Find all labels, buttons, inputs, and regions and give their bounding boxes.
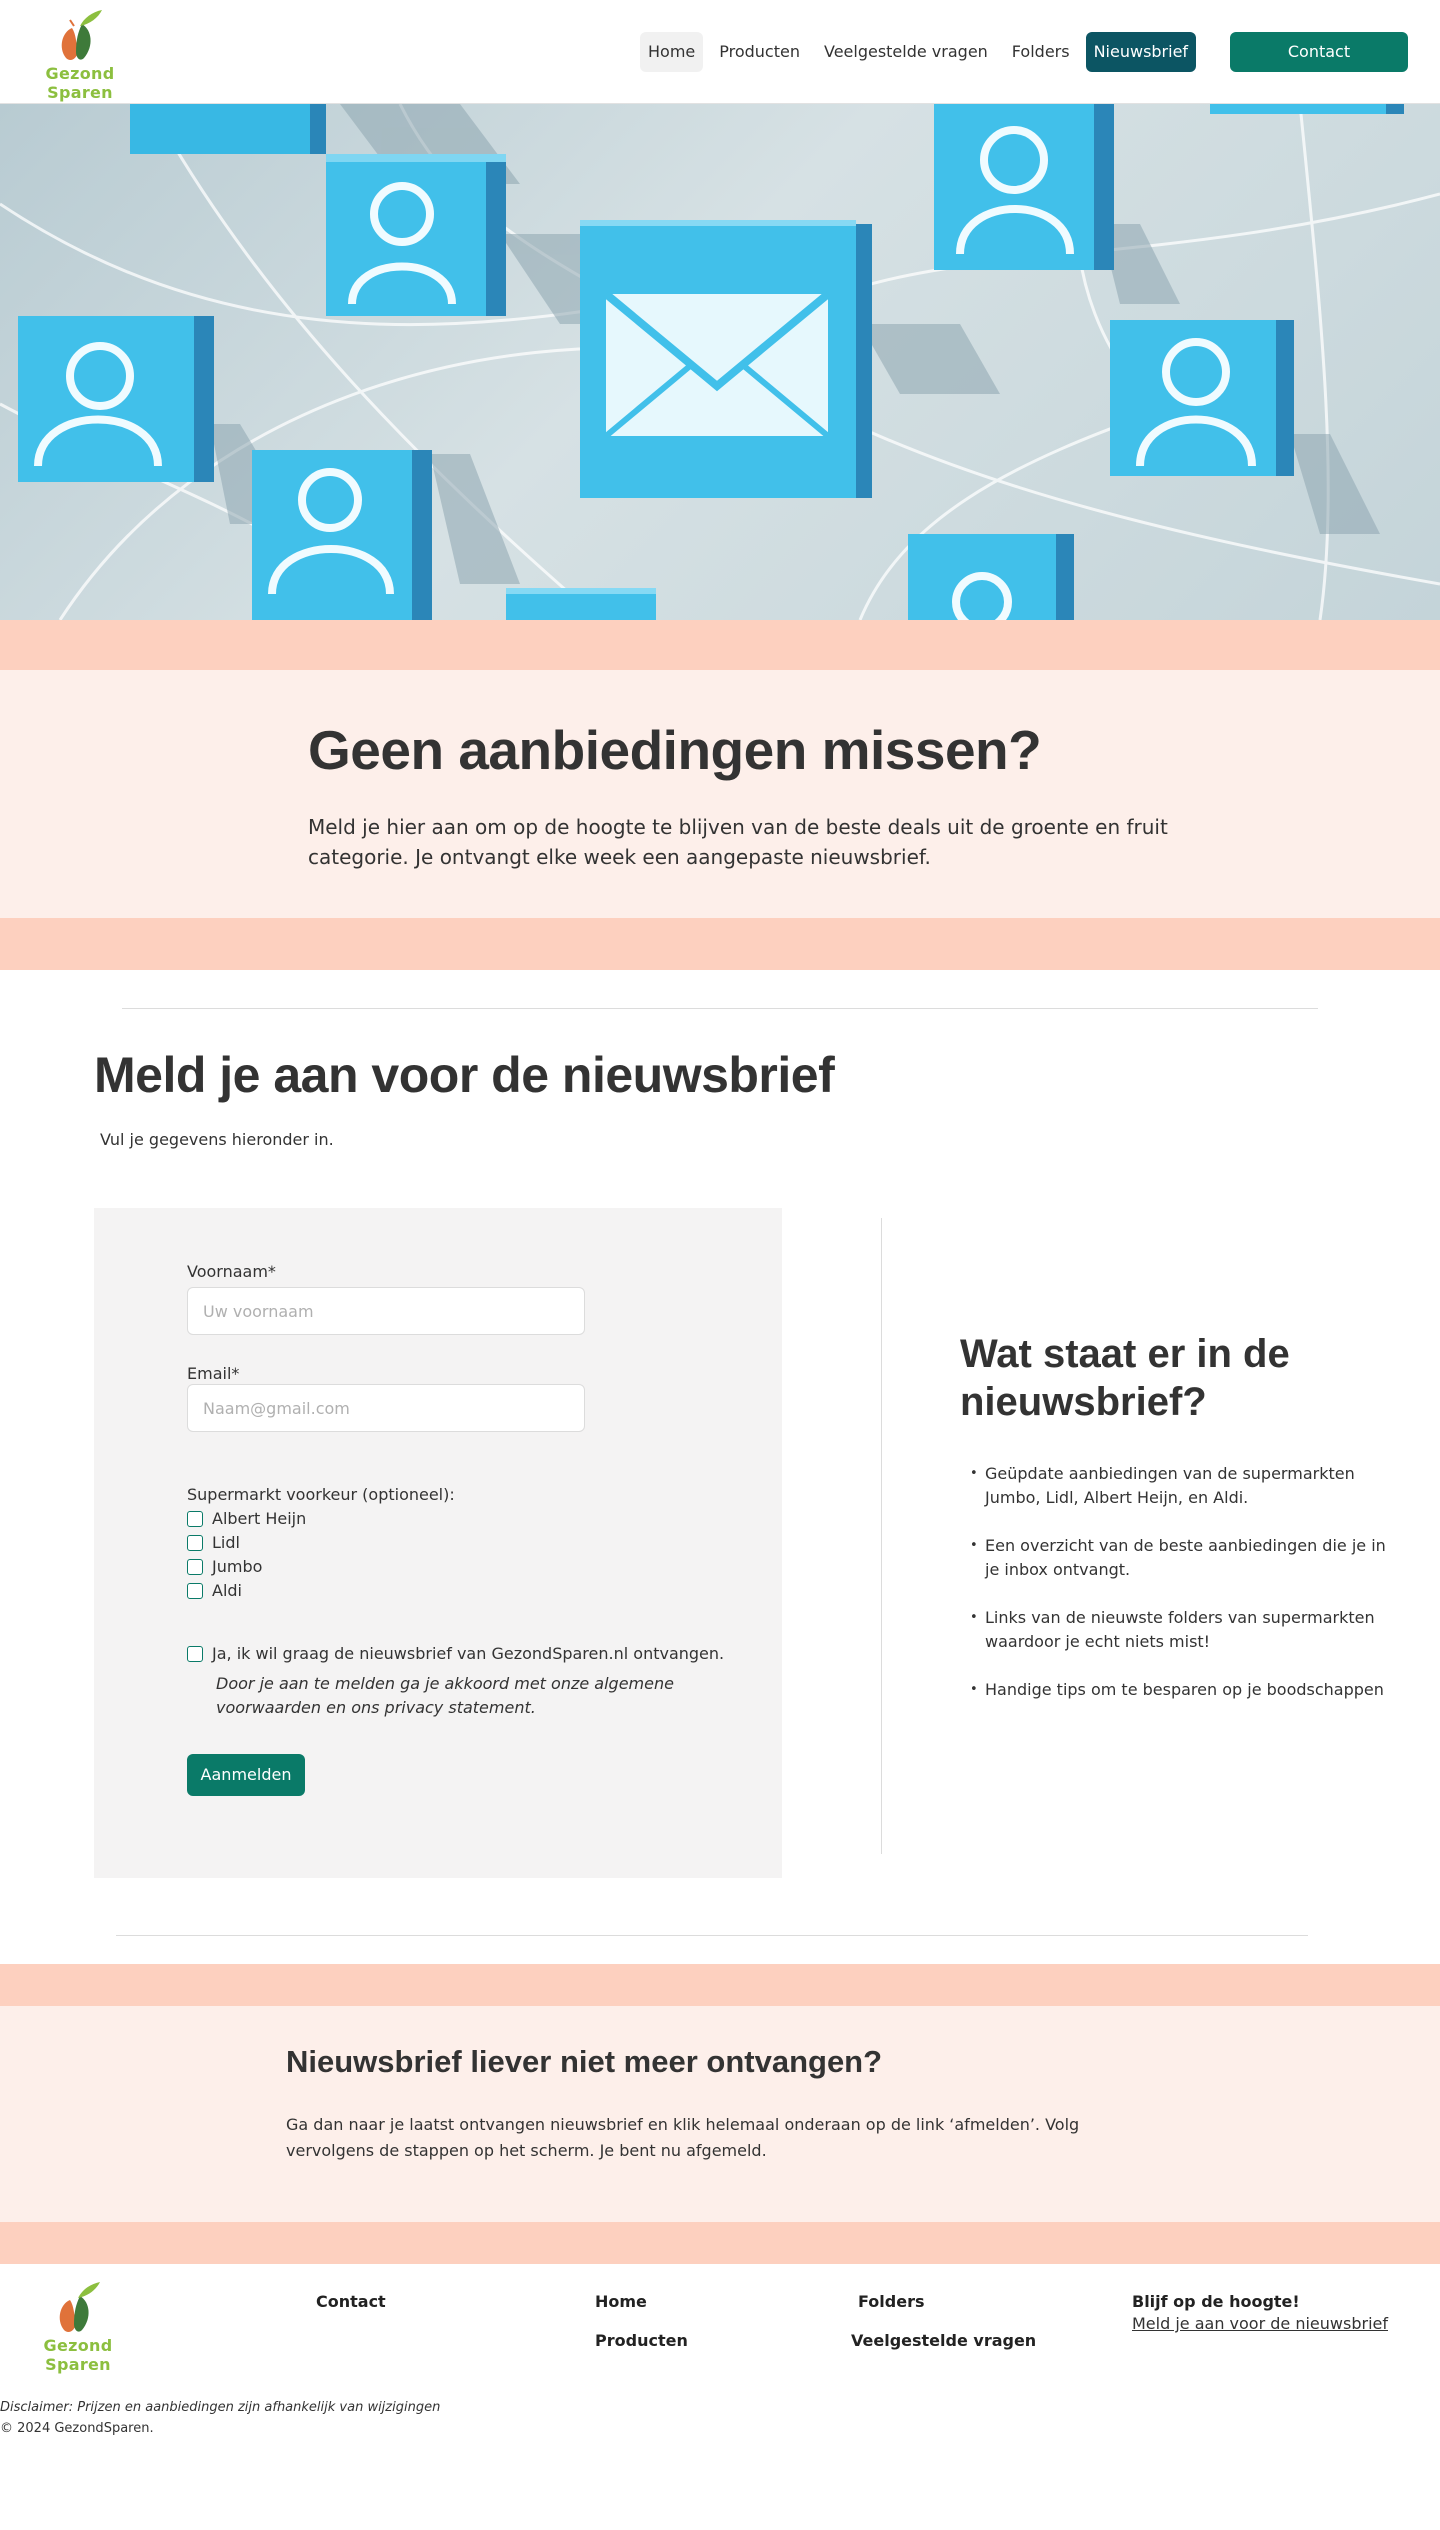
checkbox-label: Lidl bbox=[212, 1533, 240, 1552]
footer-link-contact[interactable]: Contact bbox=[316, 2292, 386, 2311]
checkbox-label: Aldi bbox=[212, 1581, 242, 1600]
checkbox-aldi[interactable]: Aldi bbox=[187, 1581, 242, 1600]
user-cube-6 bbox=[908, 534, 1074, 620]
logo-icon bbox=[61, 10, 102, 60]
main-nav: Home Producten Veelgestelde vragen Folde… bbox=[640, 32, 1197, 72]
checkbox-jumbo[interactable]: Jumbo bbox=[187, 1557, 262, 1576]
cube-top-left bbox=[130, 104, 326, 154]
divider bbox=[116, 1935, 1308, 1936]
nav-home[interactable]: Home bbox=[640, 32, 704, 72]
intro-title: Geen aanbiedingen missen? bbox=[308, 719, 1042, 781]
user-cube-4 bbox=[934, 104, 1114, 270]
site-header: Gezond Sparen Home Producten Veelgesteld… bbox=[0, 0, 1440, 104]
checkbox-label: Albert Heijn bbox=[212, 1509, 307, 1528]
disclaimer: Disclaimer: Prijzen en aanbiedingen zijn… bbox=[0, 2400, 441, 2415]
checkbox[interactable] bbox=[187, 1558, 203, 1575]
consent-checkbox[interactable] bbox=[187, 1645, 203, 1662]
cube-top-right bbox=[1210, 104, 1404, 114]
peach-band bbox=[0, 2222, 1440, 2264]
footer-link-home[interactable]: Home bbox=[595, 2292, 647, 2311]
consent-checkbox-row[interactable]: Ja, ik wil graag de nieuwsbrief van Gezo… bbox=[187, 1644, 724, 1663]
intro-section bbox=[0, 670, 1440, 918]
peach-band bbox=[0, 918, 1440, 970]
user-cube-2 bbox=[18, 316, 214, 482]
checkbox[interactable] bbox=[187, 1582, 203, 1599]
footer-link-folders[interactable]: Folders bbox=[858, 2292, 924, 2311]
checkbox[interactable] bbox=[187, 1534, 203, 1551]
divider bbox=[122, 1008, 1318, 1009]
footer-newsletter-link[interactable]: Meld je aan voor de nieuwsbrief bbox=[1132, 2314, 1388, 2333]
info-list: Geüpdate aanbiedingen van de supermarkte… bbox=[970, 1462, 1390, 1726]
logo[interactable]: Gezond Sparen bbox=[10, 6, 150, 102]
user-cube-5 bbox=[1110, 320, 1294, 476]
vertical-divider bbox=[881, 1218, 882, 1854]
info-title: Wat staat er in de nieuwsbrief? bbox=[960, 1332, 1290, 1424]
footer-logo[interactable]: Gezond Sparen bbox=[8, 2278, 148, 2374]
supermarket-label: Supermarkt voorkeur (optioneel): bbox=[187, 1485, 455, 1504]
checkbox-lidl[interactable]: Lidl bbox=[187, 1533, 240, 1552]
peach-band bbox=[0, 620, 1440, 670]
unsubscribe-title: Nieuwsbrief liever niet meer ontvangen? bbox=[286, 2044, 883, 2079]
nav-veelgestelde-vragen[interactable]: Veelgestelde vragen bbox=[816, 32, 996, 72]
envelope-cube bbox=[580, 220, 872, 498]
hero-image bbox=[0, 104, 1440, 620]
first-name-input[interactable] bbox=[187, 1287, 585, 1335]
envelope-icon bbox=[603, 290, 831, 439]
consent-label: Ja, ik wil graag de nieuwsbrief van Gezo… bbox=[212, 1644, 725, 1663]
intro-text: Meld je hier aan om op de hoogte te blij… bbox=[308, 815, 1168, 869]
nav-nieuwsbrief[interactable]: Nieuwsbrief bbox=[1085, 32, 1197, 72]
submit-button[interactable]: Aanmelden bbox=[187, 1754, 305, 1796]
footer-cta-title: Blijf op de hoogte! bbox=[1132, 2292, 1300, 2311]
copyright: © 2024 GezondSparen. bbox=[0, 2421, 154, 2436]
unsubscribe-text: Ga dan naar je laatst ontvangen nieuwsbr… bbox=[286, 2115, 1080, 2160]
hero-illustration bbox=[0, 104, 1440, 620]
footer-logo-text: Gezond Sparen bbox=[43, 2336, 113, 2374]
signup-title: Meld je aan voor de nieuwsbrief bbox=[94, 1047, 835, 1103]
footer-link-producten[interactable]: Producten bbox=[595, 2331, 688, 2350]
logo-text: Gezond Sparen bbox=[45, 64, 115, 102]
user-cube-1 bbox=[326, 154, 506, 316]
nav-producten[interactable]: Producten bbox=[711, 32, 808, 72]
consent-note: Door je aan te melden ga je akkoord met … bbox=[216, 1674, 674, 1717]
email-input[interactable] bbox=[187, 1384, 585, 1432]
checkbox-albert-heijn[interactable]: Albert Heijn bbox=[187, 1509, 306, 1528]
list-item: Links van de nieuwste folders van superm… bbox=[970, 1606, 1390, 1654]
first-name-label: Voornaam* bbox=[187, 1262, 276, 1281]
checkbox[interactable] bbox=[187, 1510, 203, 1527]
list-item: Handige tips om te besparen op je boodsc… bbox=[970, 1678, 1390, 1702]
checkbox-label: Jumbo bbox=[212, 1557, 263, 1576]
list-item: Geüpdate aanbiedingen van de supermarkte… bbox=[970, 1462, 1390, 1510]
email-label: Email* bbox=[187, 1364, 240, 1383]
user-cube-3 bbox=[252, 450, 432, 620]
footer-link-faq[interactable]: Veelgestelde vragen bbox=[851, 2331, 1036, 2350]
contact-button[interactable]: Contact bbox=[1230, 32, 1408, 72]
nav-folders[interactable]: Folders bbox=[1004, 32, 1078, 72]
list-item: Een overzicht van de beste aanbiedingen … bbox=[970, 1534, 1390, 1582]
signup-subtitle: Vul je gegevens hieronder in. bbox=[100, 1130, 334, 1149]
logo-icon bbox=[59, 2282, 100, 2332]
cube-bottom-center bbox=[506, 588, 656, 620]
peach-band bbox=[0, 1964, 1440, 2006]
